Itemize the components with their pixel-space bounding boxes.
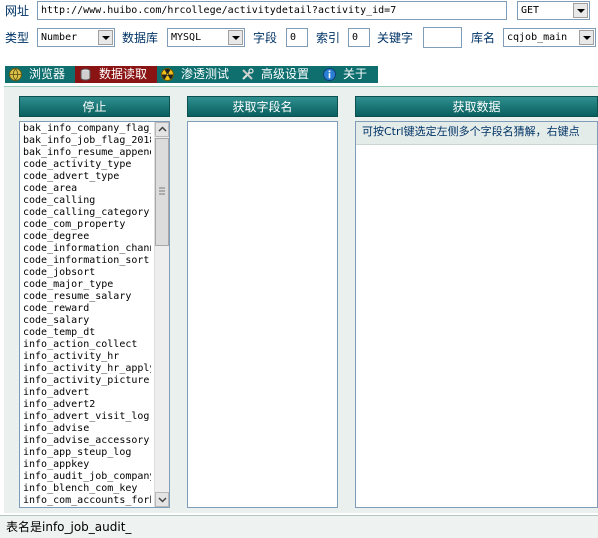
list-item[interactable]: info_com_accounts_forbid [20,495,151,507]
tab-about-label: 关于 [343,67,368,81]
list-item[interactable]: code_temp_dt [20,327,151,339]
list-item[interactable]: code_information_channel [20,243,151,255]
tab-browser[interactable]: 浏览器 [5,66,75,83]
status-text: 表名是info_job_audit_ [6,520,132,534]
chevron-down-icon [579,30,594,45]
url-input[interactable]: http://www.huibo.com/hrcollege/activityd… [37,1,507,20]
list-item[interactable]: info_advert2 [20,399,151,411]
list-item[interactable]: code_calling_category [20,207,151,219]
dbname-select[interactable]: cqjob_main [503,28,596,47]
list-item[interactable]: code_com_property [20,219,151,231]
dbname-value: cqjob_main [507,32,568,43]
list-item[interactable]: info_activity_picture [20,375,151,387]
data-hint-text: 可按Ctrl键选定左侧多个字段名猜解，右键点 [362,125,580,138]
type-label: 类型 [5,31,30,45]
keyword-label: 关键字 [377,31,414,45]
chevron-down-icon [158,497,167,503]
list-item[interactable]: bak_info_company_flag_ [20,123,151,135]
tab-about[interactable]: 关于 [319,66,378,83]
scroll-down-button[interactable] [155,492,169,507]
tools-icon [242,68,254,80]
tab-browser-label: 浏览器 [29,67,66,81]
list-item[interactable]: info_activity_hr [20,351,151,363]
list-item[interactable]: code_jobsort [20,267,151,279]
list-item[interactable]: info_blench_com_key [20,483,151,495]
list-item[interactable]: code_area [20,183,151,195]
list-item[interactable]: code_resume_salary [20,291,151,303]
radiation-icon [161,68,174,81]
scrollbar-thumb[interactable] [155,138,169,246]
list-item[interactable]: bak_info_job_flag_2018 [20,135,151,147]
list-item[interactable]: info_appkey [20,459,151,471]
status-bar: 表名是info_job_audit_ [0,515,598,538]
data-output[interactable]: 可按Ctrl键选定左侧多个字段名猜解，右键点 [355,121,598,508]
stop-button[interactable]: 停止 [19,96,170,117]
list-item[interactable]: info_action_collect [20,339,151,351]
index-input[interactable]: 0 [348,28,370,47]
get-fields-button[interactable]: 获取字段名 [187,96,338,117]
method-select[interactable]: GET [517,1,590,20]
list-item[interactable]: info_advert [20,387,151,399]
list-item[interactable]: info_app_steup_log [20,447,151,459]
list-item[interactable]: code_information_sort [20,255,151,267]
tables-list[interactable]: bak_info_company_flag_ bak_info_job_flag_… [19,121,170,508]
list-item[interactable]: bak_info_resume_append [20,147,151,159]
chevron-down-icon [573,3,588,18]
get-data-button[interactable]: 获取数据 [355,96,598,117]
keyword-input[interactable] [423,27,462,48]
list-item[interactable]: info_advise [20,423,151,435]
tab-data-read[interactable]: 数据读取 [75,66,157,83]
database-icon [80,68,91,81]
tab-pentest-label: 渗透测试 [181,67,230,81]
type-value: Number [41,32,78,43]
field-label: 字段 [253,31,278,45]
tab-advanced-label: 高级设置 [261,67,310,81]
chevron-down-icon [228,30,243,45]
list-item[interactable]: code_major_type [20,279,151,291]
method-value: GET [521,5,540,16]
dbname-label: 库名 [471,31,496,45]
list-item[interactable]: code_salary [20,315,151,327]
url-label: 网址 [5,4,30,18]
chevron-up-icon [158,126,167,132]
info-icon [323,68,336,81]
globe-icon [9,68,22,81]
index-label: 索引 [316,31,341,45]
tab-pentest[interactable]: 渗透测试 [157,66,237,83]
tab-advanced[interactable]: 高级设置 [237,66,319,83]
list-item[interactable]: info_audit_job_company [20,471,151,483]
grip-icon [159,187,165,195]
list-item[interactable]: code_activity_type [20,159,151,171]
list-item[interactable]: code_degree [20,231,151,243]
list-item[interactable]: info_advise_accessory [20,435,151,447]
tab-data-read-label: 数据读取 [99,67,148,81]
list-item[interactable]: code_advert_type [20,171,151,183]
field-input[interactable]: 0 [286,28,308,47]
list-item[interactable]: code_reward [20,303,151,315]
scroll-up-button[interactable] [155,122,169,137]
type-select[interactable]: Number [37,28,115,47]
list-item[interactable]: code_calling [20,195,151,207]
db-label: 数据库 [122,31,159,45]
list-item[interactable]: info_activity_hr_apply [20,363,151,375]
db-select[interactable]: MYSQL [167,28,245,47]
fields-list[interactable] [187,121,338,508]
chevron-down-icon [98,30,113,45]
tables-scrollbar[interactable] [154,122,169,507]
list-item[interactable]: info_advert_visit_log [20,411,151,423]
db-value: MYSQL [171,32,202,43]
